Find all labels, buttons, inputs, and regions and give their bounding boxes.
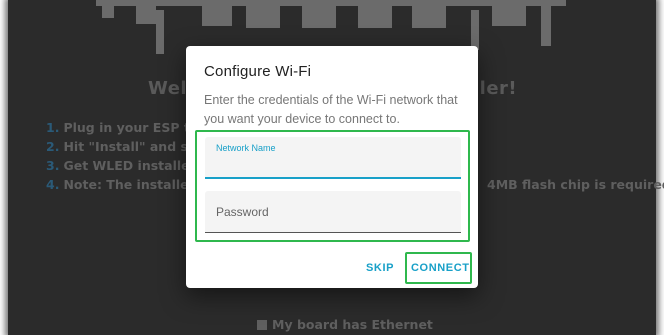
ethernet-label: My board has Ethernet (272, 317, 433, 332)
welcome-heading-left: Wel (148, 78, 188, 99)
connect-button[interactable]: CONNECT (411, 262, 470, 274)
network-name-input[interactable] (216, 151, 450, 173)
password-input[interactable] (216, 201, 450, 223)
welcome-heading-right: ller! (473, 78, 518, 99)
step-number: 3. (46, 158, 60, 173)
ethernet-option: My board has Ethernet (257, 317, 433, 332)
step-number: 1. (46, 120, 60, 135)
dialog-description: Enter the credentials of the Wi-Fi netwo… (204, 93, 458, 126)
dialog-title: Configure Wi-Fi (204, 63, 312, 80)
step-text-tail: 4MB flash chip is required. (487, 177, 664, 192)
skip-button[interactable]: SKIP (366, 262, 394, 274)
network-name-field[interactable]: Network Name (205, 137, 461, 179)
step-number: 2. (46, 139, 60, 154)
password-field[interactable] (205, 191, 461, 233)
step-number: 4. (46, 177, 60, 192)
ethernet-checkbox (257, 320, 267, 330)
